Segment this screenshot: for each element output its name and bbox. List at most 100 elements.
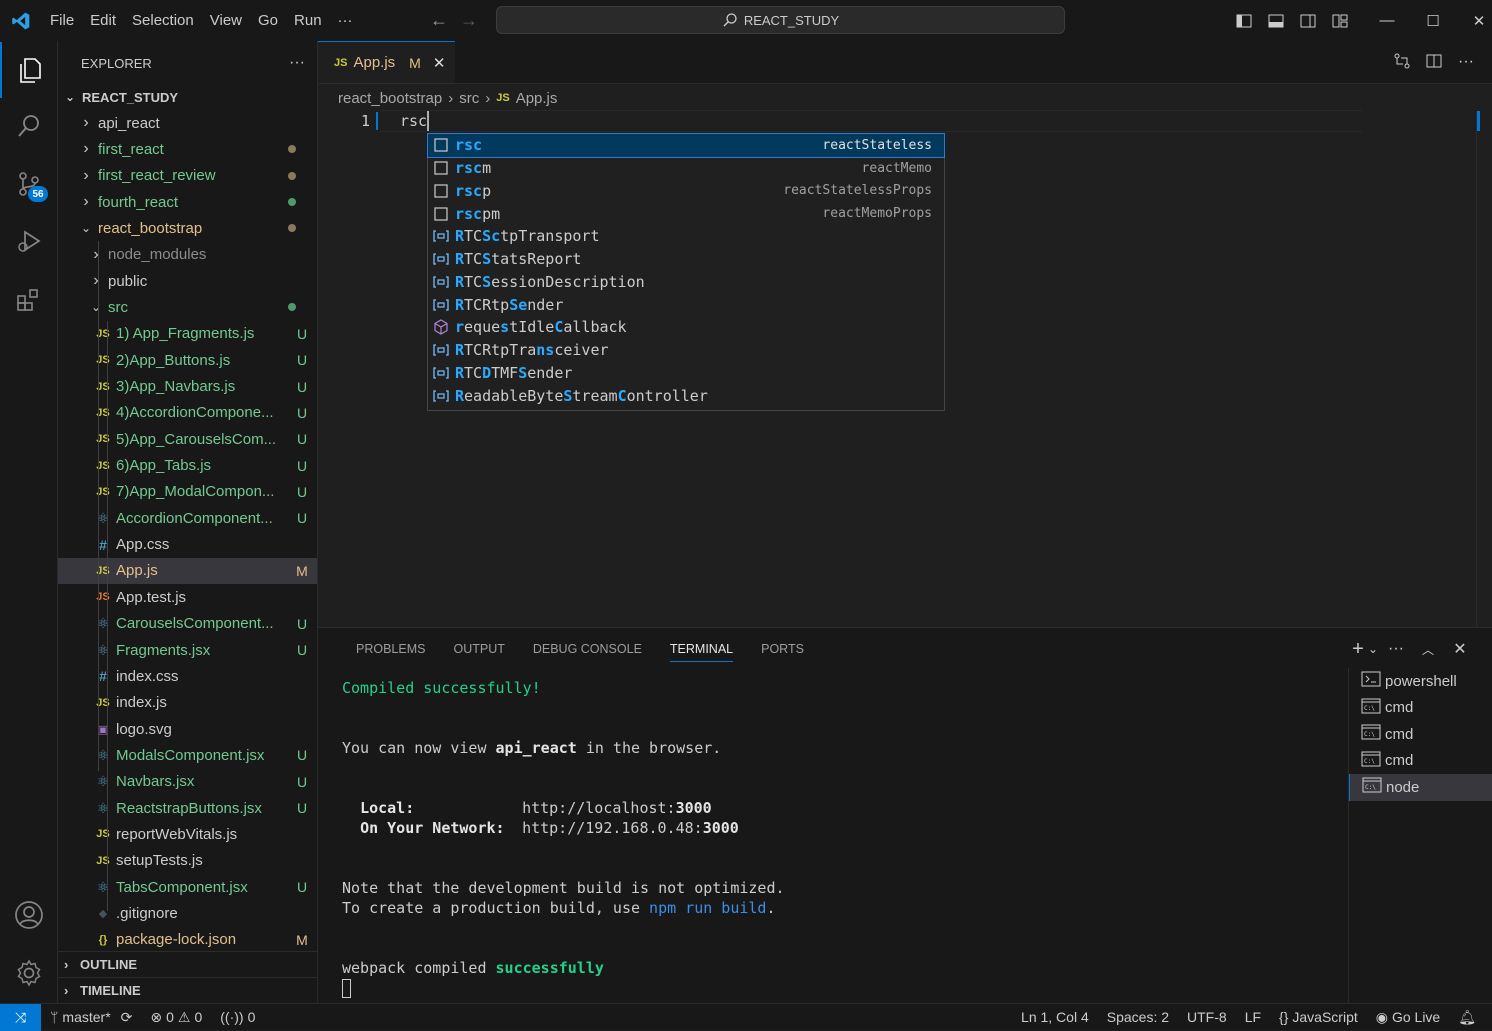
terminal-instance[interactable]: C:\ cmd: [1349, 721, 1492, 748]
close-panel-icon[interactable]: ✕: [1444, 639, 1476, 659]
tree-folder[interactable]: › fourth_react: [58, 189, 317, 215]
tree-file[interactable]: JS App.test.js: [58, 584, 317, 610]
source-control-icon[interactable]: 56: [0, 156, 58, 212]
tree-file[interactable]: ⚛ TabsComponent.jsx U: [58, 874, 317, 900]
menu-item-edit[interactable]: Edit: [82, 0, 124, 41]
branch-status[interactable]: ᛘ master* ⟳: [41, 1009, 141, 1026]
code-editor[interactable]: 1 rsc: [318, 110, 1492, 132]
tree-file[interactable]: ⚛ AccordionComponent... U: [58, 505, 317, 531]
tree-file[interactable]: JS index.js: [58, 690, 317, 716]
tree-file[interactable]: ◆ .gitignore: [58, 901, 317, 927]
explorer-icon[interactable]: [0, 42, 58, 98]
breadcrumb-folder[interactable]: react_bootstrap: [338, 90, 442, 107]
terminal-instance[interactable]: C:\ cmd: [1349, 748, 1492, 775]
suggestion-item[interactable]: RTCDTMFSender: [428, 362, 944, 385]
outline-section[interactable]: › OUTLINE: [58, 951, 317, 977]
tree-folder[interactable]: ⌄ src: [58, 294, 317, 320]
tree-file[interactable]: JS 2)App_Buttons.js U: [58, 347, 317, 373]
notifications-bell-icon[interactable]: 🔔︎: [1449, 1009, 1492, 1026]
tree-file[interactable]: JS 5)App_CarouselsCom... U: [58, 426, 317, 452]
close-window-icon[interactable]: ✕: [1456, 0, 1492, 41]
command-center-search[interactable]: REACT_STUDY: [496, 6, 1065, 34]
suggestion-item[interactable]: rscm reactMemo: [428, 157, 944, 180]
menu-item-file[interactable]: File: [42, 0, 82, 41]
suggestion-item[interactable]: rsc reactStateless: [427, 133, 945, 158]
tree-file[interactable]: ⚛ ModalsComponent.jsx U: [58, 742, 317, 768]
terminal-instance[interactable]: C:\ node: [1349, 774, 1492, 801]
suggestion-item[interactable]: RTCRtpSender: [428, 293, 944, 316]
editor-scrollbar[interactable]: [1476, 111, 1492, 627]
toggle-primary-sidebar-icon[interactable]: [1228, 0, 1260, 41]
menu-item-run[interactable]: Run: [286, 0, 330, 41]
tree-file[interactable]: JS reportWebVitals.js: [58, 821, 317, 847]
tree-folder[interactable]: › public: [58, 268, 317, 294]
toggle-panel-icon[interactable]: [1260, 0, 1292, 41]
suggestion-item[interactable]: rscp reactStatelessProps: [428, 180, 944, 203]
back-arrow-icon[interactable]: ←: [424, 10, 454, 31]
manage-gear-icon[interactable]: [0, 945, 58, 1001]
tree-file[interactable]: ⚛ Fragments.jsx U: [58, 637, 317, 663]
go-live-button[interactable]: ◉ Go Live: [1367, 1009, 1449, 1026]
suggestion-item[interactable]: RTCSctpTransport: [428, 225, 944, 248]
tab-problems[interactable]: PROBLEMS: [342, 628, 439, 670]
timeline-section[interactable]: › TIMELINE: [58, 977, 317, 1003]
tree-file[interactable]: ⚛ CarouselsComponent... U: [58, 611, 317, 637]
problems-status[interactable]: ⊗ 0 ⚠ 0: [141, 1009, 211, 1026]
tree-file[interactable]: JS 7)App_ModalCompon... U: [58, 479, 317, 505]
tree-file[interactable]: JS 4)AccordionCompone... U: [58, 400, 317, 426]
end-of-line[interactable]: LF: [1236, 1009, 1270, 1025]
menu-item-go[interactable]: Go: [250, 0, 286, 41]
toggle-secondary-sidebar-icon[interactable]: [1292, 0, 1324, 41]
panel-more-icon[interactable]: ···: [1380, 640, 1412, 658]
ports-status[interactable]: ((·)) 0: [211, 1009, 264, 1025]
search-icon[interactable]: [0, 98, 58, 154]
cursor-position[interactable]: Ln 1, Col 4: [1012, 1009, 1098, 1025]
tree-file[interactable]: JS setupTests.js: [58, 848, 317, 874]
tab-output[interactable]: OUTPUT: [439, 628, 518, 670]
suggestion-item[interactable]: RTCSessionDescription: [428, 271, 944, 294]
remote-icon[interactable]: ⤨: [0, 1003, 41, 1031]
suggestion-item[interactable]: requestIdleCallback: [428, 316, 944, 339]
suggestion-item[interactable]: rscpm reactMemoProps: [428, 202, 944, 225]
tree-file[interactable]: ⚛ Navbars.jsx U: [58, 769, 317, 795]
tree-file[interactable]: # index.css: [58, 663, 317, 689]
tree-file[interactable]: JS 6)App_Tabs.js U: [58, 453, 317, 479]
tree-file[interactable]: JS 1) App_Fragments.js U: [58, 321, 317, 347]
customize-layout-icon[interactable]: [1324, 0, 1356, 41]
editor-more-icon[interactable]: ···: [1450, 53, 1482, 71]
tree-folder[interactable]: › api_react: [58, 110, 317, 136]
tab-ports[interactable]: PORTS: [747, 628, 818, 670]
chevron-down-icon[interactable]: ⌄: [1366, 642, 1380, 656]
suggestion-item[interactable]: RTCRtpTransceiver: [428, 339, 944, 362]
tree-file[interactable]: {} package-lock.json M: [58, 927, 317, 953]
run-debug-icon[interactable]: [0, 213, 58, 269]
forward-arrow-icon[interactable]: →: [454, 10, 484, 31]
breadcrumb-file[interactable]: App.js: [516, 90, 558, 107]
menu-item-view[interactable]: View: [202, 0, 250, 41]
tree-file[interactable]: JS App.js M: [58, 557, 317, 584]
menu-item-more[interactable]: ···: [330, 0, 361, 41]
tree-file[interactable]: ▣ logo.svg: [58, 716, 317, 742]
suggestion-item[interactable]: ReadableByteStreamController: [428, 384, 944, 407]
workspace-root[interactable]: ⌄ REACT_STUDY: [58, 84, 317, 110]
tree-folder[interactable]: › first_react: [58, 136, 317, 162]
tree-folder[interactable]: › first_react_review: [58, 163, 317, 189]
terminal-instance[interactable]: powershell: [1349, 668, 1492, 695]
open-changes-icon[interactable]: [1386, 52, 1418, 73]
encoding[interactable]: UTF-8: [1178, 1009, 1236, 1025]
close-tab-icon[interactable]: ✕: [433, 54, 446, 72]
tab-app-js[interactable]: JS App.js M ✕: [318, 41, 455, 83]
menu-item-selection[interactable]: Selection: [124, 0, 202, 41]
tree-file[interactable]: # App.css: [58, 532, 317, 558]
tree-file[interactable]: JS 3)App_Navbars.js U: [58, 374, 317, 400]
accounts-icon[interactable]: [0, 887, 58, 943]
split-editor-icon[interactable]: [1418, 53, 1450, 72]
breadcrumb-folder[interactable]: src: [459, 90, 479, 107]
tab-terminal[interactable]: TERMINAL: [656, 628, 747, 670]
tab-debug-console[interactable]: DEBUG CONSOLE: [519, 628, 656, 670]
terminal-instance[interactable]: C:\ cmd: [1349, 695, 1492, 722]
suggestion-item[interactable]: RTCStatsReport: [428, 248, 944, 271]
terminal-output[interactable]: Compiled successfully! You can now view …: [342, 678, 1342, 998]
maximize-panel-icon[interactable]: ︿: [1412, 641, 1444, 658]
extensions-icon[interactable]: [0, 272, 58, 328]
